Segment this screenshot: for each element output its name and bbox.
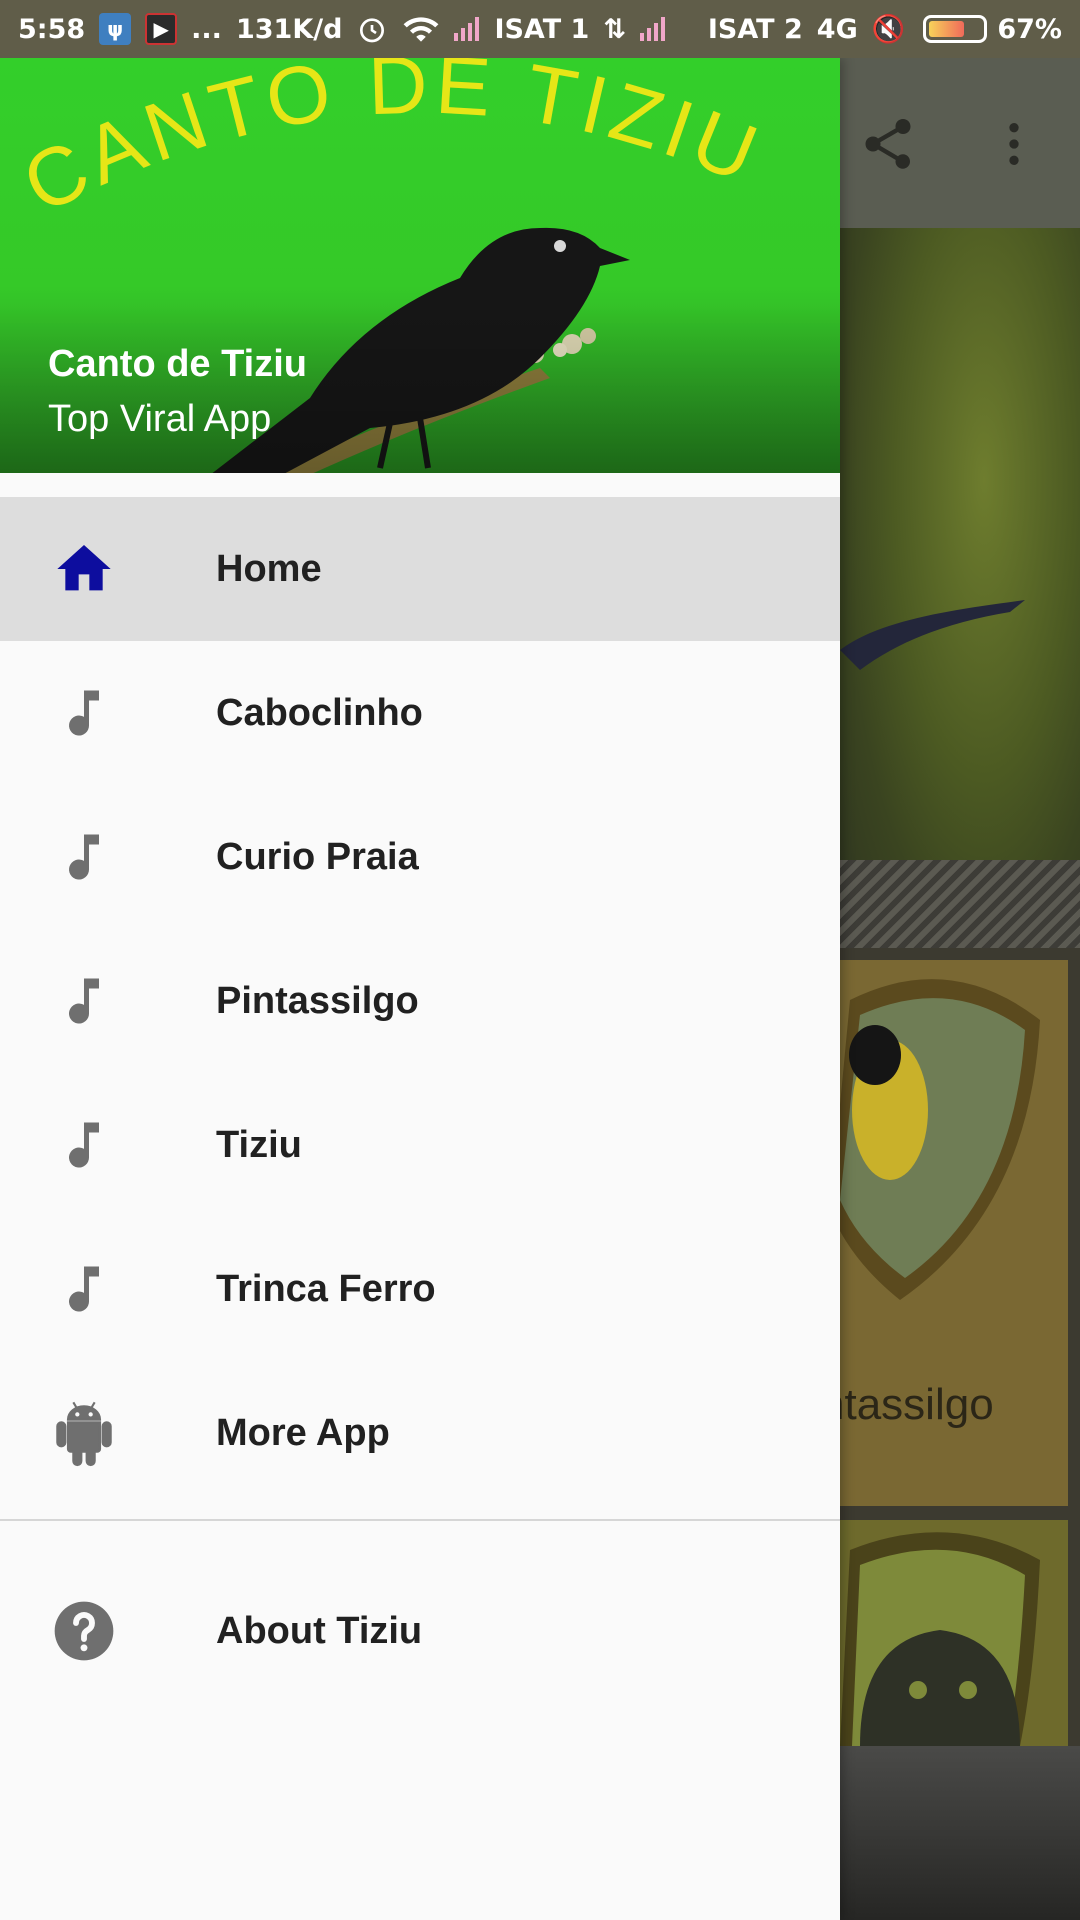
- app-name: Canto de Tiziu: [48, 343, 307, 385]
- hero-bird-tail: [840, 600, 1025, 670]
- help-icon: [52, 1599, 116, 1663]
- carrier2: ISAT 2: [707, 13, 803, 45]
- battery-level: 67%: [997, 13, 1062, 45]
- mute-icon: 🔇: [871, 14, 906, 45]
- menu-item-home[interactable]: Home: [0, 497, 840, 641]
- menu-item-label: Trinca Ferro: [216, 1267, 436, 1310]
- menu-item-about[interactable]: About Tiziu: [0, 1559, 840, 1703]
- overflow-dots: ...: [191, 13, 222, 45]
- drawer-menu: Home Caboclinho Curio Praia Pintassilgo …: [0, 497, 840, 1703]
- net-speed: 131K/d: [235, 13, 343, 45]
- music-note-icon: [52, 681, 116, 745]
- battery-icon: [923, 15, 988, 43]
- music-note-icon: [52, 969, 116, 1033]
- signal-icon: [454, 17, 482, 41]
- menu-item-label: About Tiziu: [216, 1609, 423, 1652]
- usb-icon: ψ: [99, 13, 132, 45]
- status-time: 5:58: [18, 13, 86, 45]
- menu-item-trinca-ferro[interactable]: Trinca Ferro: [0, 1217, 840, 1361]
- network-type: 4G: [816, 13, 858, 45]
- menu-item-label: Tiziu: [216, 1123, 302, 1166]
- alarm-icon: [356, 13, 388, 45]
- bottom-image: [840, 1746, 1080, 1920]
- music-note-icon: [52, 1113, 116, 1177]
- header-shade: [0, 303, 840, 473]
- android-shield-image: [840, 1532, 1040, 1746]
- menu-item-pintassilgo[interactable]: Pintassilgo: [0, 929, 840, 1073]
- share-icon[interactable]: [852, 108, 924, 180]
- menu-item-tiziu[interactable]: Tiziu: [0, 1073, 840, 1217]
- wifi-icon: [402, 13, 440, 45]
- android-icon: [52, 1401, 116, 1467]
- menu-item-label: Pintassilgo: [216, 979, 419, 1022]
- menu-item-label: Caboclinho: [216, 691, 423, 734]
- menu-item-more-app[interactable]: More App: [0, 1361, 840, 1505]
- music-note-icon: [52, 1257, 116, 1321]
- app-tagline: Top Viral App: [48, 398, 272, 440]
- screen-record-icon: ▶: [145, 13, 178, 45]
- menu-item-label: Home: [216, 547, 322, 590]
- status-bar: 5:58 ψ ▶ ... 131K/d ISAT 1 ⇅ ISAT 2 4G 🔇…: [0, 0, 1080, 58]
- menu-item-caboclinho[interactable]: Caboclinho: [0, 641, 840, 785]
- navigation-drawer: CANTO DE TIZIU Canto de Tiziu Top Viral …: [0, 58, 840, 1920]
- menu-item-label: Curio Praia: [216, 835, 419, 878]
- hero-image: [840, 228, 1080, 948]
- more-vert-icon[interactable]: [978, 108, 1050, 180]
- drawer-header: CANTO DE TIZIU Canto de Tiziu Top Viral …: [0, 58, 840, 473]
- signal-icon: [639, 17, 668, 41]
- card-label: ntassilgo: [820, 1380, 994, 1429]
- data-arrows-icon: ⇅: [603, 13, 626, 45]
- pintassilgo-shield-image: [830, 979, 1040, 1300]
- carrier1: ISAT 1: [494, 13, 590, 45]
- home-icon: [52, 537, 116, 601]
- hero-ground: [840, 860, 1080, 948]
- menu-item-label: More App: [216, 1411, 390, 1454]
- music-note-icon: [52, 825, 116, 889]
- menu-item-curio-praia[interactable]: Curio Praia: [0, 785, 840, 929]
- menu-divider: [0, 1519, 840, 1521]
